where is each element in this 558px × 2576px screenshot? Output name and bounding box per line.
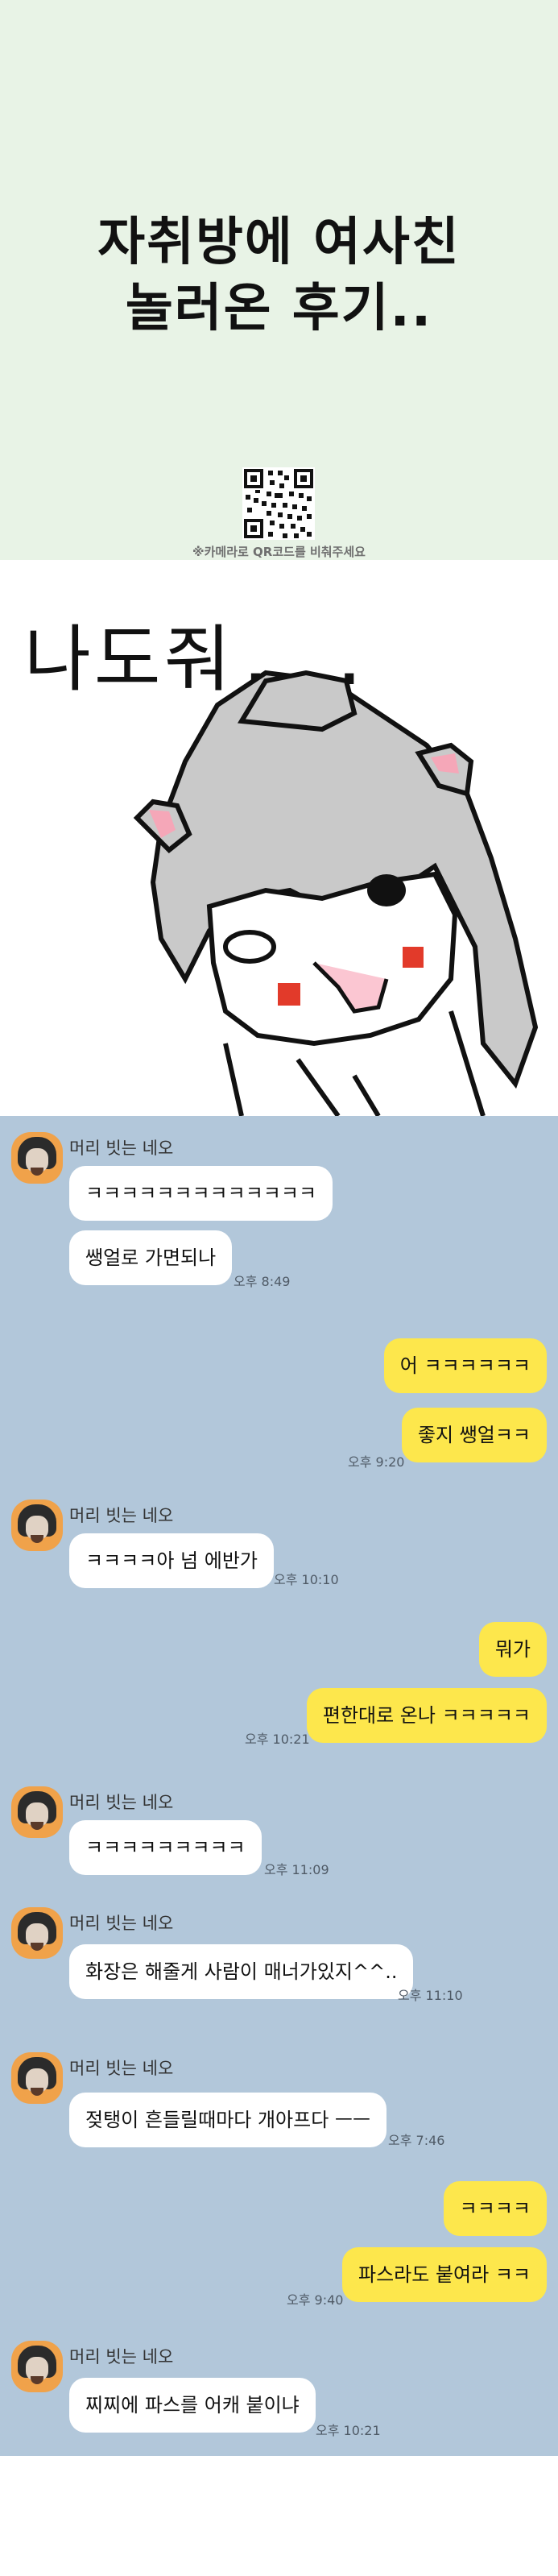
header-panel: 자취방에 여사친 놀러온 후기.. ※카메라로 QR코드를 비춰주세요: [0, 0, 558, 560]
message-timestamp: 오후 10:21: [316, 2423, 381, 2438]
message-timestamp: 오후 7:46: [388, 2133, 445, 2148]
chat-bubble-outgoing[interactable]: 편한대로 온나 ㅋㅋㅋㅋㅋ: [306, 1688, 547, 1743]
sender-name: 머리 빗는 네오: [69, 1506, 174, 1525]
qr-caption: ※카메라로 QR코드를 비춰주세요: [192, 545, 366, 559]
sender-avatar[interactable]: [11, 1132, 63, 1184]
title-line-2: 놀러온 후기..: [125, 279, 433, 338]
title-line-1: 자취방에 여사친: [97, 213, 461, 272]
chat-bubble-outgoing[interactable]: 파스라도 붙여라 ㅋㅋ: [342, 2247, 547, 2302]
sender-name: 머리 빗는 네오: [69, 1914, 174, 1933]
chat-bubble-incoming[interactable]: ㅋㅋㅋㅋㅋㅋㅋㅋㅋ: [69, 1820, 262, 1875]
sender-avatar[interactable]: [11, 2052, 63, 2104]
sender-avatar[interactable]: [11, 1786, 63, 1838]
message-timestamp: 오후 9:40: [287, 2292, 344, 2308]
message-timestamp: 오후 10:21: [245, 1732, 310, 1747]
qr-code-icon[interactable]: [242, 467, 315, 540]
chat-area[interactable]: 머리 빗는 네오 ㅋㅋㅋㅋㅋㅋㅋㅋㅋㅋㅋㅋㅋ 쌩얼로 가면되나 오후 8:49 …: [0, 1116, 558, 2456]
sender-avatar[interactable]: [11, 1907, 63, 1959]
sender-name: 머리 빗는 네오: [69, 1793, 174, 1812]
meme-illustration: 나도줘...: [0, 560, 558, 1116]
pixel-cat-girl-drawing: [133, 670, 539, 1116]
chat-bubble-incoming[interactable]: 화장은 해줄게 사람이 매너가있지^^..: [69, 1944, 414, 1999]
chat-bubble-outgoing[interactable]: 뭐가: [478, 1622, 547, 1677]
message-timestamp: 오후 11:10: [398, 1988, 463, 2003]
chat-bubble-incoming[interactable]: ㅋㅋㅋㅋ아 넘 에반가: [69, 1533, 274, 1588]
sender-name: 머리 빗는 네오: [69, 1139, 174, 1158]
sender-name: 머리 빗는 네오: [69, 2059, 174, 2078]
message-timestamp: 오후 9:20: [348, 1454, 405, 1470]
message-timestamp: 오후 11:09: [264, 1862, 329, 1877]
chat-bubble-outgoing[interactable]: 어 ㅋㅋㅋㅋㅋㅋ: [383, 1338, 547, 1393]
chat-bubble-outgoing[interactable]: ㅋㅋㅋㅋ: [443, 2181, 547, 2236]
sender-avatar[interactable]: [11, 1500, 63, 1551]
message-timestamp: 오후 8:49: [234, 1274, 291, 1289]
chat-bubble-incoming[interactable]: 젖탱이 흔들릴때마다 개아프다 ㅡㅡ: [69, 2093, 387, 2147]
chat-bubble-incoming[interactable]: ㅋㅋㅋㅋㅋㅋㅋㅋㅋㅋㅋㅋㅋ: [69, 1166, 333, 1221]
chat-bubble-outgoing[interactable]: 좋지 쌩얼ㅋㅋ: [401, 1408, 547, 1462]
sender-avatar[interactable]: [11, 2341, 63, 2392]
chat-bubble-incoming[interactable]: 찌찌에 파스를 어캐 붙이냐: [69, 2378, 316, 2433]
chat-bubble-incoming[interactable]: 쌩얼로 가면되나: [69, 1230, 233, 1285]
sender-name: 머리 빗는 네오: [69, 2347, 174, 2367]
page-title: 자취방에 여사친 놀러온 후기..: [0, 209, 558, 342]
message-timestamp: 오후 10:10: [274, 1572, 339, 1587]
